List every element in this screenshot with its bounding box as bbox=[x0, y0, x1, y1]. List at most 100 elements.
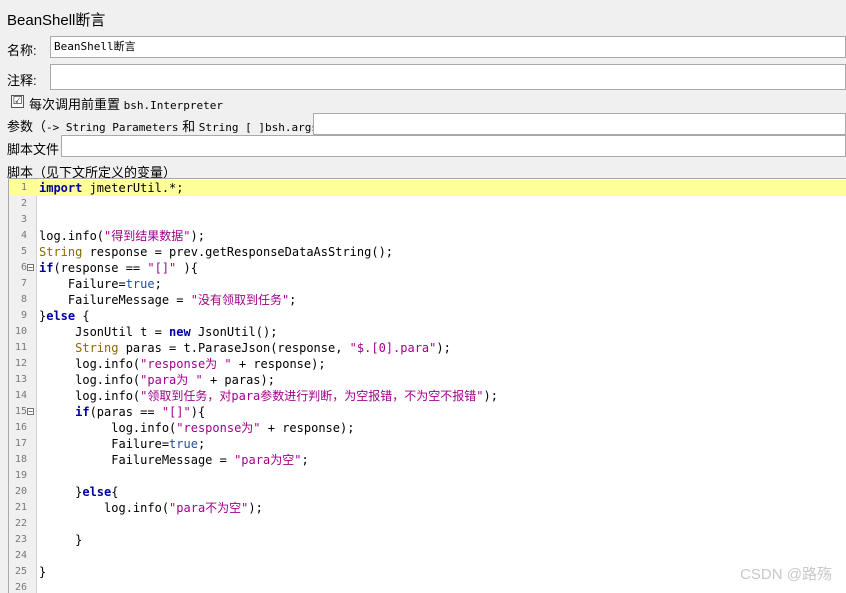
code-token: "得到结果数据" bbox=[104, 229, 191, 243]
code-token: String bbox=[39, 245, 83, 259]
code-token: FailureMessage = bbox=[39, 293, 191, 307]
code-line[interactable]: 10 JsonUtil t = new JsonUtil(); bbox=[9, 324, 846, 340]
code-token: ); bbox=[190, 229, 205, 243]
code-line[interactable]: 20 }else{ bbox=[9, 484, 846, 500]
code-text: if(paras == "[]"){ bbox=[39, 404, 205, 420]
line-number: 24 bbox=[14, 550, 27, 561]
reset-interpreter-class: bsh.Interpreter bbox=[123, 99, 223, 112]
code-line[interactable]: 14 log.info("领取到任务，对para参数进行判断，为空报错，不为空不… bbox=[9, 388, 846, 404]
code-token: } bbox=[39, 565, 47, 579]
params-label-mid: 和 bbox=[182, 119, 196, 134]
code-line[interactable]: 2 bbox=[9, 196, 846, 212]
code-line[interactable]: 8 FailureMessage = "没有领取到任务"; bbox=[9, 292, 846, 308]
line-number: 6 bbox=[20, 262, 27, 273]
comment-input[interactable] bbox=[50, 64, 846, 90]
code-text: } bbox=[39, 564, 46, 580]
code-token: else bbox=[46, 309, 76, 323]
code-line[interactable]: 4 log.info("得到结果数据"); bbox=[9, 228, 846, 244]
code-token: String bbox=[75, 341, 119, 355]
params-label: 参数（-> String Parameters 和 String [ ]bsh.… bbox=[7, 116, 325, 135]
line-number: 7 bbox=[20, 278, 27, 289]
script-editor[interactable]: 1 import jmeterUtil.*; 2 3 4 log.info("得到结果数据… bbox=[8, 178, 846, 593]
code-line[interactable]: 6− if(response == "[]" ){ bbox=[9, 260, 846, 276]
code-text: String paras = t.ParaseJson(response, "$… bbox=[39, 340, 451, 356]
code-token: + response); bbox=[260, 421, 355, 435]
line-number: 15 bbox=[14, 406, 27, 417]
code-token: paras = t.ParaseJson(response, bbox=[118, 341, 350, 355]
code-line[interactable]: 19 bbox=[9, 468, 846, 484]
code-line[interactable]: 1 import jmeterUtil.*; bbox=[9, 180, 846, 196]
code-text: JsonUtil t = new JsonUtil(); bbox=[39, 324, 277, 340]
line-number: 1 bbox=[20, 182, 27, 193]
params-label-mono: -> String Parameters bbox=[46, 121, 179, 134]
code-text: log.info("response为 " + response); bbox=[39, 356, 325, 372]
code-token: Failure= bbox=[39, 277, 126, 291]
fold-toggle-icon[interactable]: − bbox=[27, 408, 34, 416]
code-line[interactable]: 15− if(paras == "[]"){ bbox=[9, 404, 846, 420]
code-text: FailureMessage = "para为空"; bbox=[39, 452, 308, 468]
line-number: 8 bbox=[20, 294, 27, 305]
code-token: if bbox=[39, 261, 54, 275]
code-token: { bbox=[111, 485, 119, 499]
line-number: 26 bbox=[14, 582, 27, 593]
code-token: ); bbox=[483, 389, 498, 403]
params-label-prefix: 参数（ bbox=[7, 119, 47, 134]
code-line[interactable]: 26 bbox=[9, 580, 846, 593]
code-token: log.info( bbox=[39, 421, 177, 435]
code-token: response = prev.getResponseDataAsString(… bbox=[82, 245, 394, 259]
code-token: "response为" bbox=[176, 421, 261, 435]
code-text: FailureMessage = "没有领取到任务"; bbox=[39, 292, 297, 308]
line-number: 3 bbox=[20, 214, 27, 225]
code-line[interactable]: 24 bbox=[9, 548, 846, 564]
line-number: 13 bbox=[14, 374, 27, 385]
code-line[interactable]: 3 bbox=[9, 212, 846, 228]
line-number: 10 bbox=[14, 326, 27, 337]
reset-interpreter-text: 每次调用前重置 bbox=[29, 97, 121, 112]
code-line[interactable]: 17 Failure=true; bbox=[9, 436, 846, 452]
code-text: Failure=true; bbox=[39, 276, 162, 292]
code-line[interactable]: 7 Failure=true; bbox=[9, 276, 846, 292]
code-token: ){ bbox=[190, 405, 206, 419]
code-line[interactable]: 18 FailureMessage = "para为空"; bbox=[9, 452, 846, 468]
code-line[interactable]: 21 log.info("para不为空"); bbox=[9, 500, 846, 516]
code-text: import jmeterUtil.*; bbox=[39, 180, 184, 196]
code-line[interactable]: 25} bbox=[9, 564, 846, 580]
params-input[interactable] bbox=[313, 113, 846, 135]
reset-interpreter-checkbox[interactable]: ☑ bbox=[11, 95, 24, 108]
reset-interpreter-label: 每次调用前重置 bsh.Interpreter bbox=[29, 94, 223, 113]
code-token: "没有领取到任务" bbox=[190, 293, 290, 307]
code-line[interactable]: 16 log.info("response为" + response); bbox=[9, 420, 846, 436]
code-token: log.info( bbox=[39, 229, 105, 243]
code-token: "response为 " bbox=[140, 357, 232, 371]
name-label: 名称: bbox=[7, 43, 37, 58]
code-token: } bbox=[39, 485, 83, 499]
code-token: + paras); bbox=[202, 373, 275, 387]
code-text: String response = prev.getResponseDataAs… bbox=[39, 244, 393, 260]
code-line[interactable]: 13 log.info("para为 " + paras); bbox=[9, 372, 846, 388]
code-line[interactable]: 22 bbox=[9, 516, 846, 532]
line-number: 9 bbox=[20, 310, 27, 321]
code-text: if(response == "[]" ){ bbox=[39, 260, 198, 276]
line-number: 16 bbox=[14, 422, 27, 433]
script-file-input[interactable] bbox=[61, 135, 846, 157]
code-line[interactable]: 11 String paras = t.ParaseJson(response,… bbox=[9, 340, 846, 356]
comment-label: 注释: bbox=[7, 73, 37, 88]
code-line[interactable]: 9}else { bbox=[9, 308, 846, 324]
line-number: 23 bbox=[14, 534, 27, 545]
line-number: 2 bbox=[20, 198, 27, 209]
fold-toggle-icon[interactable]: − bbox=[27, 264, 34, 272]
code-line[interactable]: 12 log.info("response为 " + response); bbox=[9, 356, 846, 372]
code-text: log.info("para不为空"); bbox=[39, 500, 263, 516]
code-token: { bbox=[75, 309, 90, 323]
code-line[interactable]: 23 } bbox=[9, 532, 846, 548]
code-token: "para为 " bbox=[140, 373, 203, 387]
code-line[interactable]: 5 String response = prev.getResponseDataA… bbox=[9, 244, 846, 260]
line-number: 18 bbox=[14, 454, 27, 465]
name-input[interactable]: BeanShell断言 bbox=[50, 36, 846, 58]
code-token: } bbox=[39, 533, 83, 547]
params-label-mono2: String [ ]bsh.args) bbox=[198, 121, 325, 134]
code-token: "para为空" bbox=[234, 453, 302, 467]
line-number: 20 bbox=[14, 486, 27, 497]
